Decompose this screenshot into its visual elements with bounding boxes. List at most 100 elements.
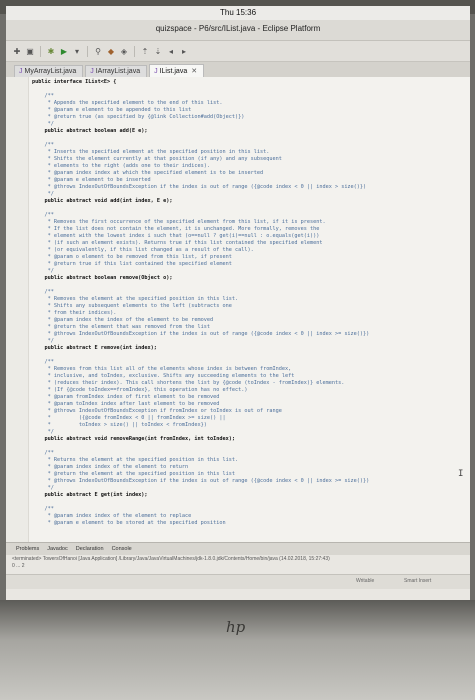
menu-bar-clock: Thu 15:36	[219, 8, 257, 17]
code-line[interactable]	[32, 282, 466, 289]
code-line[interactable]: * Returns the element at the specified p…	[32, 457, 466, 464]
code-line[interactable]: * element with the lowest index i such t…	[32, 233, 466, 240]
code-line[interactable]: /**	[32, 93, 466, 100]
code-line[interactable]: * @throws IndexOutOfBoundsException if f…	[32, 408, 466, 415]
code-line[interactable]: * @throws IndexOutOfBoundsException if t…	[32, 331, 466, 338]
code-line[interactable]: * (reduces their index). This call short…	[32, 380, 466, 387]
code-line[interactable]: * Shifts the element currently at that p…	[32, 156, 466, 163]
main-toolbar: ✚ ▣ ✱ ▶ ▾ ⚲ ◆ ◈ ⇡ ⇣ ◂ ▸	[6, 41, 470, 62]
code-line[interactable]	[32, 352, 466, 359]
code-line[interactable]: * Shifts any subsequent elements to the …	[32, 303, 466, 310]
code-line[interactable]: public abstract void removeRange(int fro…	[32, 436, 466, 443]
prev-annotation-icon[interactable]: ⇡	[140, 47, 150, 56]
code-line[interactable]: /**	[32, 142, 466, 149]
code-line[interactable]: * @param toIndex index after last elemen…	[32, 401, 466, 408]
forward-icon[interactable]: ▸	[179, 47, 189, 56]
debug-icon[interactable]: ✱	[46, 47, 56, 56]
back-icon[interactable]: ◂	[166, 47, 176, 56]
code-line[interactable]: * @return the element that was removed f…	[32, 324, 466, 331]
mac-menu-bar: Thu 15:36	[6, 6, 470, 20]
code-line[interactable]: * Inserts the specified element at the s…	[32, 149, 466, 156]
new-icon[interactable]: ✚	[12, 47, 22, 56]
code-line[interactable]: * @return true if this list contained th…	[32, 261, 466, 268]
code-line[interactable]	[32, 86, 466, 93]
code-line[interactable]: public abstract void add(int index, E e)…	[32, 198, 466, 205]
code-line[interactable]: public abstract boolean remove(Object o)…	[32, 275, 466, 282]
code-line[interactable]: */	[32, 191, 466, 198]
code-line[interactable]: * @param index the index of the element …	[32, 317, 466, 324]
code-line[interactable]: * ({@code fromIndex < 0 || fromIndex >= …	[32, 415, 466, 422]
tab-problems[interactable]: Problems	[16, 546, 39, 552]
code-line[interactable]: */	[32, 121, 466, 128]
code-line[interactable]: * elements to the right (adds one to the…	[32, 163, 466, 170]
open-task-icon[interactable]: ◈	[119, 47, 129, 56]
tab-javadoc[interactable]: Javadoc	[47, 546, 68, 552]
java-file-icon: J	[90, 68, 94, 75]
code-line[interactable]: /**	[32, 359, 466, 366]
code-line[interactable]	[32, 135, 466, 142]
code-line[interactable]: */	[32, 338, 466, 345]
code-line[interactable]: * from their indices).	[32, 310, 466, 317]
console-output: <terminated> TowersOfHanoi [Java Applica…	[12, 556, 330, 562]
code-line[interactable]: /**	[32, 212, 466, 219]
code-line[interactable]	[32, 205, 466, 212]
code-line[interactable]: * Removes the element at the specified p…	[32, 296, 466, 303]
search-icon[interactable]: ⚲	[93, 47, 103, 56]
code-line[interactable]: /**	[32, 289, 466, 296]
code-line[interactable]: * @return true (as specified by {@link C…	[32, 114, 466, 121]
status-insert-mode: Smart Insert	[404, 578, 432, 584]
code-line[interactable]: * If the list does not contain the eleme…	[32, 226, 466, 233]
run-dropdown-icon[interactable]: ▾	[72, 47, 82, 56]
code-line[interactable]	[32, 499, 466, 506]
code-line[interactable]: * @param fromIndex index of first elemen…	[32, 394, 466, 401]
screen: Thu 15:36 quizspace - P6/src/IList.java …	[6, 6, 470, 606]
java-file-icon: J	[19, 68, 23, 75]
tab-declaration[interactable]: Declaration	[76, 546, 104, 552]
code-line[interactable]: * @return the element at the specified p…	[32, 471, 466, 478]
tab-console[interactable]: Console	[112, 546, 132, 552]
code-line[interactable]: * @param e element to be stored at the s…	[32, 520, 466, 527]
toolbar-divider	[40, 45, 41, 57]
window-titlebar[interactable]: quizspace - P6/src/IList.java - Eclipse …	[6, 20, 470, 41]
code-line[interactable]: * @throws IndexOutOfBoundsException if t…	[32, 184, 466, 191]
tab-ilist[interactable]: J IList.java ✕	[149, 64, 205, 78]
code-line[interactable]: public abstract boolean add(E e);	[32, 128, 466, 135]
code-line[interactable]: /**	[32, 450, 466, 457]
code-line[interactable]: public interface IList<E> {	[32, 79, 466, 86]
code-line[interactable]: * @param index index of the element to r…	[32, 464, 466, 471]
code-line[interactable]: * inclusive, and toIndex, exclusive. Shi…	[32, 373, 466, 380]
code-line[interactable]: * @param e element to be inserted	[32, 177, 466, 184]
code-editor[interactable]: public interface IList<E> { /** * Append…	[6, 77, 470, 542]
toolbar-divider	[87, 45, 88, 57]
console-output-line: 0 ... 2	[12, 563, 25, 569]
close-icon[interactable]: ✕	[191, 68, 197, 75]
code-line[interactable]: * @param o element to be removed from th…	[32, 254, 466, 261]
code-line[interactable]: * (or equivalently, if this list changed…	[32, 247, 466, 254]
save-icon[interactable]: ▣	[25, 47, 35, 56]
status-bar: Writable Smart Insert	[6, 574, 470, 589]
code-line[interactable]	[32, 443, 466, 450]
source-code[interactable]: public interface IList<E> { /** * Append…	[32, 79, 466, 527]
text-cursor-icon: I	[458, 469, 464, 479]
code-line[interactable]: * (If {@code toIndex==fromIndex}, this o…	[32, 387, 466, 394]
code-line[interactable]: * toIndex > size() || toIndex < fromInde…	[32, 422, 466, 429]
code-line[interactable]: */	[32, 268, 466, 275]
code-line[interactable]: * @param index index at which the specif…	[32, 170, 466, 177]
code-line[interactable]: */	[32, 485, 466, 492]
code-line[interactable]: /**	[32, 506, 466, 513]
code-line[interactable]: * @param index index of the element to r…	[32, 513, 466, 520]
code-line[interactable]: */	[32, 429, 466, 436]
open-type-icon[interactable]: ◆	[106, 47, 116, 56]
code-line[interactable]: public abstract E remove(int index);	[32, 345, 466, 352]
code-line[interactable]: public abstract E get(int index);	[32, 492, 466, 499]
code-line[interactable]: * Removes from this list all of the elem…	[32, 366, 466, 373]
run-icon[interactable]: ▶	[59, 47, 69, 56]
code-line[interactable]: * Appends the specified element to the e…	[32, 100, 466, 107]
code-line[interactable]: * @param e element to be appended to thi…	[32, 107, 466, 114]
window-title: quizspace - P6/src/IList.java - Eclipse …	[155, 24, 321, 33]
next-annotation-icon[interactable]: ⇣	[153, 47, 163, 56]
code-line[interactable]: * @throws IndexOutOfBoundsException if t…	[32, 478, 466, 485]
code-line[interactable]: * (if such an element exists). Returns t…	[32, 240, 466, 247]
status-writable: Writable	[356, 578, 375, 584]
code-line[interactable]: * Removes the first occurrence of the sp…	[32, 219, 466, 226]
